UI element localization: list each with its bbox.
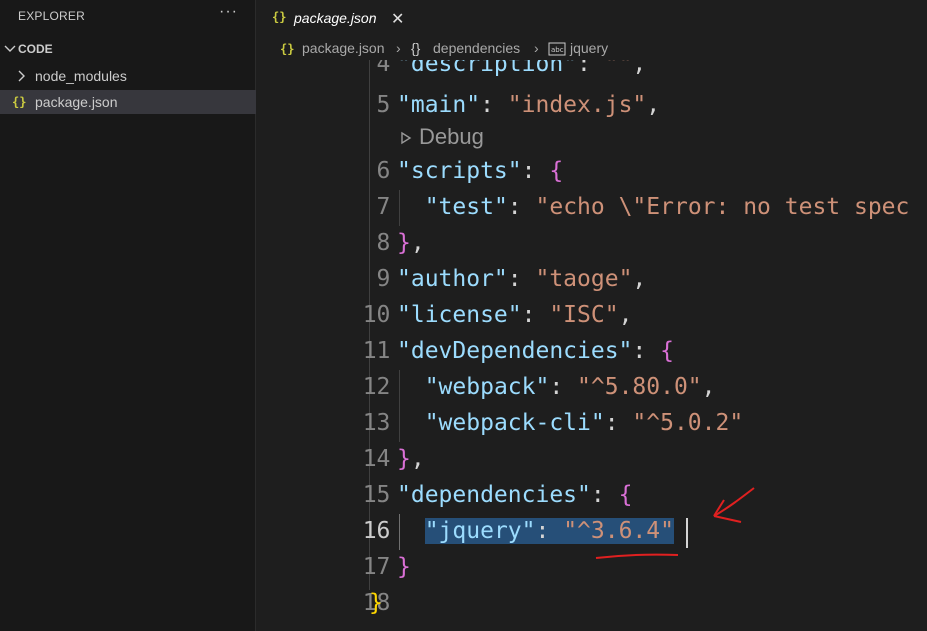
json-file-icon: {} xyxy=(12,95,27,109)
folder-section-code[interactable]: CODE xyxy=(0,40,256,60)
breadcrumb-separator: › xyxy=(396,40,401,56)
code-line: 8 }, xyxy=(256,226,927,262)
code-line: 4 "description": "", xyxy=(256,60,927,83)
close-icon[interactable]: ✕ xyxy=(391,9,404,29)
json-key: "license" xyxy=(397,302,522,328)
annotation-underline xyxy=(595,553,679,559)
line-number: 13 xyxy=(362,410,391,436)
breadcrumb-file[interactable]: package.json xyxy=(302,40,385,56)
explorer-title: EXPLORER xyxy=(18,9,85,23)
code-line: 5 "main": "index.js", xyxy=(256,88,927,124)
tab-label: package.json xyxy=(294,10,377,26)
code-line: 13 "webpack-cli": "^5.0.2" xyxy=(256,406,927,442)
line-number: 8 xyxy=(376,230,391,256)
json-file-icon: {} xyxy=(280,42,295,56)
json-key: "description" xyxy=(397,60,578,77)
json-file-icon: {} xyxy=(272,10,287,24)
debug-codelens[interactable]: Debug xyxy=(399,124,484,150)
tree-item-package-json[interactable]: {} package.json xyxy=(0,90,256,114)
svg-text:abc: abc xyxy=(551,46,564,54)
line-number: 14 xyxy=(362,446,391,472)
chevron-right-icon xyxy=(18,70,25,82)
text-cursor xyxy=(686,518,688,548)
json-key: "webpack" xyxy=(424,374,550,400)
line-number: 11 xyxy=(362,338,391,364)
code-line: 10 "license": "ISC", xyxy=(256,298,927,334)
more-actions-icon[interactable]: ··· xyxy=(219,3,238,21)
codelens-label: Debug xyxy=(419,124,484,149)
json-key: "test" xyxy=(424,194,508,220)
json-string: "taoge" xyxy=(535,266,633,292)
line-number: 16 xyxy=(362,518,391,544)
breadcrumb: {} package.json › {} dependencies › abc … xyxy=(256,38,927,60)
tab-package-json[interactable]: {} package.json ✕ xyxy=(256,0,413,36)
breadcrumb-dependencies[interactable]: dependencies xyxy=(433,40,520,56)
line-number: 5 xyxy=(376,92,391,118)
code-line: 7 "test": "echo \"Error: no test spec xyxy=(256,190,927,226)
json-key: "main" xyxy=(397,92,481,118)
editor-tab-bar: {} package.json ✕ xyxy=(256,0,927,36)
code-line: 11 "devDependencies": { xyxy=(256,334,927,370)
line-number: 12 xyxy=(362,374,391,400)
json-key: "jquery" xyxy=(424,518,536,544)
line-number: 15 xyxy=(362,482,391,508)
line-number: 9 xyxy=(376,266,391,292)
code-line: 15 "dependencies": { xyxy=(256,478,927,514)
json-string: "^5.0.2" xyxy=(632,410,744,436)
annotation-arrow-icon xyxy=(713,487,755,523)
object-icon: {} xyxy=(411,40,421,56)
code-line: 18 } xyxy=(256,586,927,622)
json-string: "^5.80.0" xyxy=(577,374,702,400)
code-line: 14 }, xyxy=(256,442,927,478)
explorer-sidebar: EXPLORER ··· CODE node_modules {} packag… xyxy=(0,0,256,631)
line-number: 10 xyxy=(362,302,391,328)
code-editor[interactable]: 4 "description": "", 5 "main": "index.js… xyxy=(256,60,927,631)
line-number: 17 xyxy=(362,554,391,580)
chevron-down-icon xyxy=(4,45,16,52)
json-key: "author" xyxy=(397,266,508,292)
json-string: "echo \"Error: no test spec xyxy=(535,194,910,220)
string-icon: abc xyxy=(548,42,566,56)
breadcrumb-jquery[interactable]: jquery xyxy=(570,40,608,56)
json-key: "devDependencies" xyxy=(397,338,633,364)
tree-item-label: node_modules xyxy=(35,68,127,84)
json-key: "scripts" xyxy=(397,158,522,184)
code-line: 9 "author": "taoge", xyxy=(256,262,927,298)
code-line: 12 "webpack": "^5.80.0", xyxy=(256,370,927,406)
line-number: 4 xyxy=(376,60,391,77)
tree-item-label: package.json xyxy=(35,94,118,110)
tree-item-node-modules[interactable]: node_modules xyxy=(0,64,256,88)
folder-section-label: CODE xyxy=(18,42,53,56)
code-line: 6 "scripts": { xyxy=(256,154,927,190)
breadcrumb-separator: › xyxy=(534,40,539,56)
json-key: "dependencies" xyxy=(397,482,591,508)
json-string: "ISC" xyxy=(549,302,619,328)
line-number: 6 xyxy=(376,158,391,184)
json-string: "^3.6.4" xyxy=(563,518,674,544)
play-icon xyxy=(401,131,412,145)
json-string: "index.js" xyxy=(507,92,647,118)
code-line-active: 16 "jquery": "^3.6.4" xyxy=(256,514,927,550)
json-key: "webpack-cli" xyxy=(424,410,605,436)
json-string: "" xyxy=(604,60,633,77)
line-number: 7 xyxy=(376,194,391,220)
